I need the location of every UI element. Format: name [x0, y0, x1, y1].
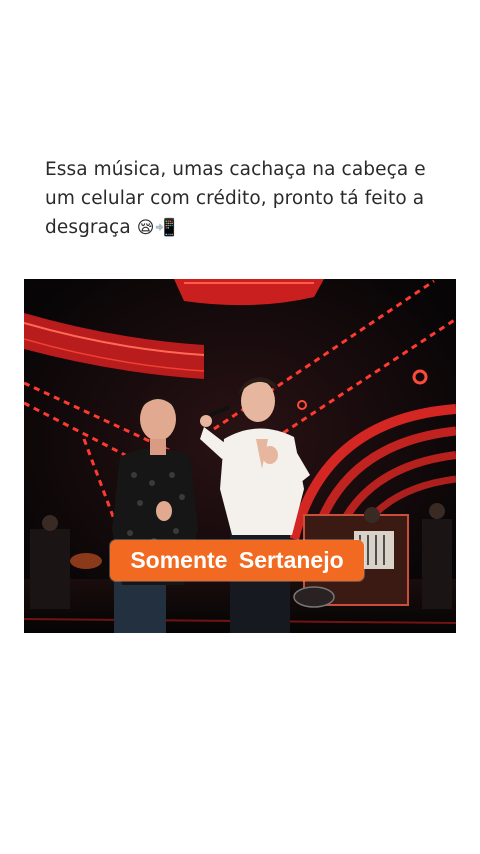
musician-left: [30, 529, 70, 609]
emoji-icons: 😪📲: [136, 218, 176, 238]
caption-line: Essa música, umas cachaça na cabeça e: [45, 159, 426, 180]
post-caption: Essa música, umas cachaça na cabeça e um…: [45, 155, 455, 243]
caption-line: um celular com crédito, pronto tá feito …: [45, 188, 425, 209]
musician-head: [364, 507, 380, 523]
musician-right: [422, 519, 452, 609]
caption-line: desgraça 😪📲: [45, 213, 455, 243]
caption-text: desgraça: [45, 217, 131, 238]
channel-watermark: Somente Sertanejo: [110, 540, 364, 581]
drum: [293, 586, 335, 608]
video-frame[interactable]: Somente Sertanejo: [24, 279, 456, 633]
guitar: [70, 553, 102, 569]
